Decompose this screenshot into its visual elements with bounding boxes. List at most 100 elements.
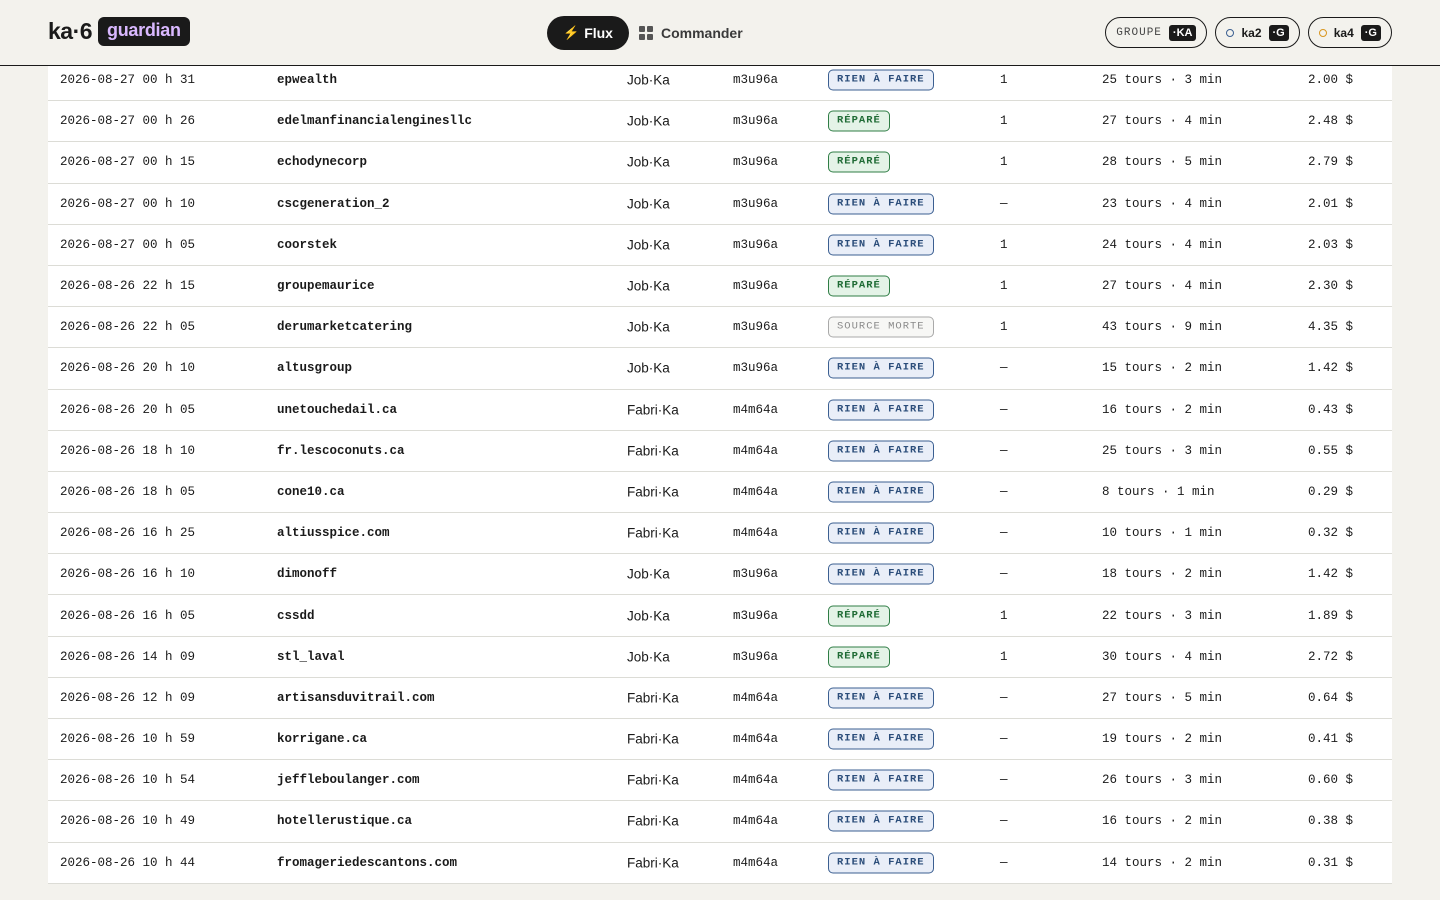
logo[interactable]: ka·6 guardian [48,17,190,46]
row-fix-count: — [1000,402,1008,417]
row-date: 2026-08-26 16 h 05 [60,608,196,623]
row-tours: 16 tours · 2 min [1102,402,1223,417]
row-model: m3u96a [733,155,779,170]
row-model: m3u96a [733,114,779,129]
ka2-chip: ·G [1268,24,1289,41]
row-client: coorstek [277,237,338,252]
table-row[interactable]: 2026-08-26 14 h 09 stl_laval Job·Ka m3u96a R… [48,637,1392,678]
table-row[interactable]: 2026-08-27 00 h 31 epwealth Job·Ka m3u96a RI… [48,60,1392,102]
table-row[interactable]: 2026-08-26 18 h 05 cone10.ca Fabri·Ka m4m64… [48,472,1392,514]
row-tours: 8 tours · 1 min [1102,484,1215,499]
table-row[interactable]: 2026-08-26 10 h 49 hotellerustique.ca Fabr… [48,801,1392,843]
row-tours: 23 tours · 4 min [1102,196,1223,211]
table-row[interactable]: 2026-08-26 16 h 10 dimonoff Job·Ka m3u96a RI… [48,554,1392,596]
row-date: 2026-08-26 14 h 09 [60,649,196,664]
row-date: 2026-08-26 22 h 15 [60,279,196,294]
table-row[interactable]: 2026-08-26 10 h 59 korrigane.ca Fabri·Ka m4… [48,719,1392,761]
row-status: RIEN À FAIRE [828,193,934,215]
table-row[interactable]: 2026-08-26 20 h 05 unetouchedail.ca Fabri·… [48,390,1392,431]
row-client: stl_laval [277,649,345,664]
row-date: 2026-08-27 00 h 05 [60,237,196,252]
ka2-name: ka2 [1241,25,1262,40]
row-model: m3u96a [733,279,779,294]
row-status: RIEN À FAIRE [828,810,934,832]
row-tours: 30 tours · 4 min [1102,649,1223,664]
row-status: RIEN À FAIRE [828,440,934,462]
table-row[interactable]: 2026-08-26 10 h 54 jeffleboulanger.com Fab… [48,760,1392,802]
row-agent: Fabri·Ka [627,855,679,871]
row-client: jeffleboulanger.com [277,773,420,788]
row-model: m3u96a [733,196,779,211]
nav-commander-button[interactable]: Commander [638,16,753,50]
row-agent: Job·Ka [627,237,670,253]
table-row[interactable]: 2026-08-26 16 h 05 cssdd Job·Ka m3u96a RÉPAR… [48,595,1392,637]
status-badge: RIEN À FAIRE [828,399,934,421]
table-row[interactable]: 2026-08-26 20 h 10 altusgroup Job·Ka m3u96a… [48,348,1392,390]
table-row[interactable]: 2026-08-27 00 h 26 edelmanfinancialengine… [48,101,1392,143]
table-row[interactable]: 2026-08-26 18 h 10 fr.lescoconuts.ca Fabri… [48,431,1392,472]
row-model: m3u96a [733,73,779,88]
status-badge: RÉPARÉ [828,605,890,627]
ka4-pill[interactable]: ka4 ·G [1307,17,1392,48]
status-badge: RIEN À FAIRE [828,234,934,256]
row-model: m3u96a [733,649,779,664]
row-cost: 0.64 $ [1308,690,1354,705]
row-status: RIEN À FAIRE [828,234,934,256]
table-row[interactable]: 2026-08-26 10 h 44 fromageriedescantons.c… [48,843,1392,884]
row-tours: 25 tours · 3 min [1102,443,1223,458]
table-row[interactable]: 2026-08-27 00 h 10 cscgeneration_2 Job·Ka m… [48,184,1392,225]
table-row[interactable]: 2026-08-26 16 h 25 altiusspice.com Fabri·K… [48,513,1392,555]
row-fix-count: — [1000,443,1008,458]
row-client: artisansduvitrail.com [277,690,435,705]
row-agent: Fabri·Ka [627,813,679,829]
row-fix-count: 1 [1000,114,1008,129]
row-status: RÉPARÉ [828,275,890,297]
row-agent: Job·Ka [627,608,670,624]
row-client: hotellerustique.ca [277,814,413,829]
row-client: fr.lescoconuts.ca [277,443,405,458]
row-date: 2026-08-26 10 h 49 [60,814,196,829]
row-model: m4m64a [733,484,779,499]
bolt-icon: ⚡ [563,25,580,40]
row-status: RIEN À FAIRE [828,69,934,91]
row-model: m4m64a [733,443,779,458]
row-agent: Job·Ka [627,360,670,376]
row-fix-count: — [1000,567,1008,582]
status-badge: RIEN À FAIRE [828,769,934,791]
row-tours: 16 tours · 2 min [1102,814,1223,829]
row-date: 2026-08-27 00 h 31 [60,73,196,88]
table-row[interactable]: 2026-08-26 22 h 05 derumarketcatering Job·… [48,307,1392,349]
row-agent: Fabri·Ka [627,731,679,747]
row-tours: 43 tours · 9 min [1102,320,1223,335]
row-agent: Job·Ka [627,113,670,129]
row-cost: 0.41 $ [1308,732,1354,747]
row-tours: 22 tours · 3 min [1102,608,1223,623]
row-date: 2026-08-27 00 h 26 [60,114,196,129]
table-row[interactable]: 2026-08-26 12 h 09 artisansduvitrail.com F… [48,678,1392,719]
table-row[interactable]: 2026-08-27 00 h 05 coorstek Job·Ka m3u96a RI… [48,225,1392,266]
row-tours: 10 tours · 1 min [1102,526,1223,541]
ka2-pill[interactable]: ka2 ·G [1215,17,1300,48]
status-badge: RIEN À FAIRE [828,440,934,462]
row-client: echodynecorp [277,155,368,170]
row-cost: 0.55 $ [1308,443,1354,458]
table-row[interactable]: 2026-08-27 00 h 15 echodynecorp Job·Ka m3u9… [48,142,1392,184]
row-client: cscgeneration_2 [277,196,390,211]
row-date: 2026-08-27 00 h 15 [60,155,196,170]
row-cost: 2.01 $ [1308,196,1354,211]
row-date: 2026-08-26 12 h 09 [60,690,196,705]
row-client: fromageriedescantons.com [277,855,458,870]
row-model: m4m64a [733,526,779,541]
row-cost: 0.38 $ [1308,814,1354,829]
row-fix-count: 1 [1000,155,1008,170]
row-date: 2026-08-26 10 h 44 [60,855,196,870]
row-status: RÉPARÉ [828,110,890,132]
top-bar: ka·6 guardian ⚡ Flux Commander GROUPE ·K… [0,0,1440,66]
row-model: m4m64a [733,690,779,705]
group-label: GROUPE [1116,26,1162,39]
group-pill[interactable]: GROUPE ·KA [1105,17,1208,48]
row-fix-count: — [1000,196,1008,211]
row-tours: 19 tours · 2 min [1102,732,1223,747]
nav-flux-button[interactable]: ⚡ Flux [547,16,629,50]
table-row[interactable]: 2026-08-26 22 h 15 groupemaurice Job·Ka m3u… [48,266,1392,308]
